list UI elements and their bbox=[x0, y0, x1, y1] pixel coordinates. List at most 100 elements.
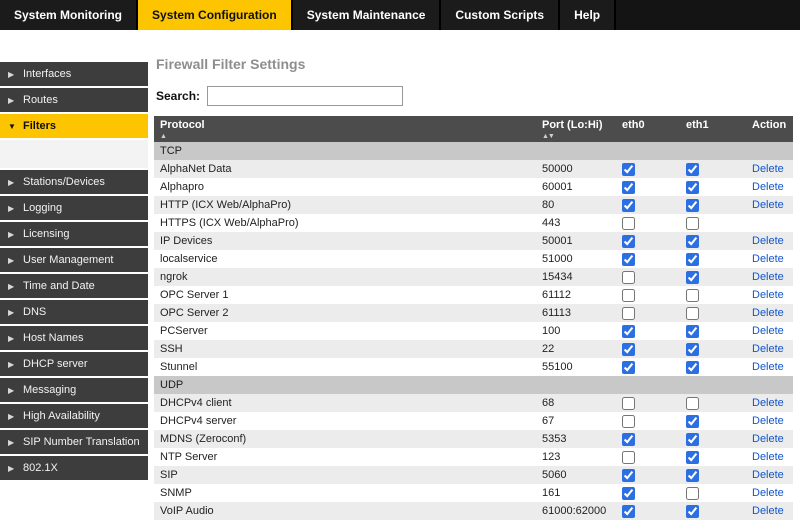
https-icx-web-alphapro-eth0-checkbox[interactable] bbox=[622, 217, 635, 230]
opc-server-1-eth1-checkbox[interactable] bbox=[686, 289, 699, 302]
localservice-delete-link[interactable]: Delete bbox=[752, 253, 784, 265]
table-row-ngrok: ngrok15434Delete bbox=[154, 268, 793, 286]
dhcpv4-client-eth0-checkbox[interactable] bbox=[622, 397, 635, 410]
ip-devices-delete-link[interactable]: Delete bbox=[752, 235, 784, 247]
ntp-server-delete-link[interactable]: Delete bbox=[752, 451, 784, 463]
ntp-server-eth0-checkbox[interactable] bbox=[622, 451, 635, 464]
table-row-sip: SIP5060Delete bbox=[154, 466, 793, 484]
mdns-zeroconf-eth0-checkbox[interactable] bbox=[622, 433, 635, 446]
http-icx-web-alphapro-delete-link[interactable]: Delete bbox=[752, 199, 784, 211]
nav-tab-system-configuration[interactable]: System Configuration bbox=[138, 0, 293, 30]
sort-both-icon[interactable]: ▲▼ bbox=[542, 133, 610, 140]
snmp-eth1-checkbox[interactable] bbox=[686, 487, 699, 500]
sip-delete-link[interactable]: Delete bbox=[752, 469, 784, 481]
localservice-eth0-checkbox[interactable] bbox=[622, 253, 635, 266]
alphapro-delete-link[interactable]: Delete bbox=[752, 181, 784, 193]
search-row: Search: bbox=[156, 86, 793, 106]
port-cell: 443 bbox=[536, 214, 616, 232]
nav-tab-system-maintenance[interactable]: System Maintenance bbox=[293, 0, 442, 30]
opc-server-2-delete-link[interactable]: Delete bbox=[752, 307, 784, 319]
ngrok-eth0-checkbox[interactable] bbox=[622, 271, 635, 284]
snmp-delete-link[interactable]: Delete bbox=[752, 487, 784, 499]
mdns-zeroconf-eth1-checkbox[interactable] bbox=[686, 433, 699, 446]
table-row-opc-server-1: OPC Server 161112Delete bbox=[154, 286, 793, 304]
protocol-cell: Alphapro bbox=[154, 178, 536, 196]
ssh-delete-link[interactable]: Delete bbox=[752, 343, 784, 355]
protocol-cell: HTTPS (ICX Web/AlphaPro) bbox=[154, 214, 536, 232]
nav-tab-help[interactable]: Help bbox=[560, 0, 616, 30]
port-cell: 5060 bbox=[536, 466, 616, 484]
ip-devices-eth0-checkbox[interactable] bbox=[622, 235, 635, 248]
table-row-opc-server-2: OPC Server 261113Delete bbox=[154, 304, 793, 322]
ssh-eth1-checkbox[interactable] bbox=[686, 343, 699, 356]
stunnel-eth1-checkbox[interactable] bbox=[686, 361, 699, 374]
table-row-mdns-zeroconf: MDNS (Zeroconf)5353Delete bbox=[154, 430, 793, 448]
column-header-label: eth0 bbox=[622, 119, 674, 131]
port-cell: 61113 bbox=[536, 304, 616, 322]
sidebar-item-user-management[interactable]: ▶User Management bbox=[0, 248, 148, 272]
mdns-zeroconf-delete-link[interactable]: Delete bbox=[752, 433, 784, 445]
opc-server-1-delete-link[interactable]: Delete bbox=[752, 289, 784, 301]
opc-server-2-eth0-checkbox[interactable] bbox=[622, 307, 635, 320]
http-icx-web-alphapro-eth1-checkbox[interactable] bbox=[686, 199, 699, 212]
sidebar-item-high-availability[interactable]: ▶High Availability bbox=[0, 404, 148, 428]
ip-devices-eth1-checkbox[interactable] bbox=[686, 235, 699, 248]
ssh-eth0-checkbox[interactable] bbox=[622, 343, 635, 356]
sidebar-item-licensing[interactable]: ▶Licensing bbox=[0, 222, 148, 246]
https-icx-web-alphapro-eth1-checkbox[interactable] bbox=[686, 217, 699, 230]
chevron-right-icon: ▶ bbox=[8, 308, 16, 317]
column-header-label: Port (Lo:Hi) bbox=[542, 119, 610, 131]
ngrok-eth1-checkbox[interactable] bbox=[686, 271, 699, 284]
stunnel-eth0-checkbox[interactable] bbox=[622, 361, 635, 374]
sidebar-item-time-and-date[interactable]: ▶Time and Date bbox=[0, 274, 148, 298]
dhcpv4-client-eth1-checkbox[interactable] bbox=[686, 397, 699, 410]
opc-server-1-eth0-checkbox[interactable] bbox=[622, 289, 635, 302]
alphanet-data-eth0-checkbox[interactable] bbox=[622, 163, 635, 176]
sort-asc-icon[interactable]: ▲ bbox=[160, 133, 530, 140]
pcserver-eth0-checkbox[interactable] bbox=[622, 325, 635, 338]
sidebar-item-label: Licensing bbox=[23, 228, 69, 240]
column-header-port-lo-hi[interactable]: Port (Lo:Hi) ▲▼ bbox=[536, 116, 616, 142]
sidebar-item-802-1x[interactable]: ▶802.1X bbox=[0, 456, 148, 480]
sidebar-item-messaging[interactable]: ▶Messaging bbox=[0, 378, 148, 402]
voip-audio-eth1-checkbox[interactable] bbox=[686, 505, 699, 518]
sidebar-item-dhcp-server[interactable]: ▶DHCP server bbox=[0, 352, 148, 376]
sidebar-item-interfaces[interactable]: ▶Interfaces bbox=[0, 62, 148, 86]
alphanet-data-delete-link[interactable]: Delete bbox=[752, 163, 784, 175]
dhcpv4-server-eth0-checkbox[interactable] bbox=[622, 415, 635, 428]
sip-eth1-checkbox[interactable] bbox=[686, 469, 699, 482]
dhcpv4-client-delete-link[interactable]: Delete bbox=[752, 397, 784, 409]
alphapro-eth0-checkbox[interactable] bbox=[622, 181, 635, 194]
protocol-cell: OPC Server 1 bbox=[154, 286, 536, 304]
sidebar-item-logging[interactable]: ▶Logging bbox=[0, 196, 148, 220]
sidebar-item-dns[interactable]: ▶DNS bbox=[0, 300, 148, 324]
opc-server-2-eth1-checkbox[interactable] bbox=[686, 307, 699, 320]
sidebar-item-stations-devices[interactable]: ▶Stations/Devices bbox=[0, 170, 148, 194]
pcserver-eth1-checkbox[interactable] bbox=[686, 325, 699, 338]
sidebar-item-sip-number-translation[interactable]: ▶SIP Number Translation bbox=[0, 430, 148, 454]
localservice-eth1-checkbox[interactable] bbox=[686, 253, 699, 266]
sidebar-item-filters[interactable]: ▼Filters bbox=[0, 114, 148, 138]
sip-eth0-checkbox[interactable] bbox=[622, 469, 635, 482]
table-row-http-icx-web-alphapro: HTTP (ICX Web/AlphaPro)80Delete bbox=[154, 196, 793, 214]
search-input[interactable] bbox=[207, 86, 403, 106]
http-icx-web-alphapro-eth0-checkbox[interactable] bbox=[622, 199, 635, 212]
dhcpv4-server-eth1-checkbox[interactable] bbox=[686, 415, 699, 428]
voip-audio-eth0-checkbox[interactable] bbox=[622, 505, 635, 518]
nav-tab-custom-scripts[interactable]: Custom Scripts bbox=[441, 0, 560, 30]
ngrok-delete-link[interactable]: Delete bbox=[752, 271, 784, 283]
eth1-cell bbox=[680, 232, 746, 250]
dhcpv4-server-delete-link[interactable]: Delete bbox=[752, 415, 784, 427]
ntp-server-eth1-checkbox[interactable] bbox=[686, 451, 699, 464]
port-cell: 67 bbox=[536, 412, 616, 430]
snmp-eth0-checkbox[interactable] bbox=[622, 487, 635, 500]
pcserver-delete-link[interactable]: Delete bbox=[752, 325, 784, 337]
stunnel-delete-link[interactable]: Delete bbox=[752, 361, 784, 373]
alphanet-data-eth1-checkbox[interactable] bbox=[686, 163, 699, 176]
sidebar-item-routes[interactable]: ▶Routes bbox=[0, 88, 148, 112]
alphapro-eth1-checkbox[interactable] bbox=[686, 181, 699, 194]
sidebar-item-host-names[interactable]: ▶Host Names bbox=[0, 326, 148, 350]
nav-tab-system-monitoring[interactable]: System Monitoring bbox=[0, 0, 138, 30]
voip-audio-delete-link[interactable]: Delete bbox=[752, 505, 784, 517]
column-header-protocol[interactable]: Protocol▲ bbox=[154, 116, 536, 142]
